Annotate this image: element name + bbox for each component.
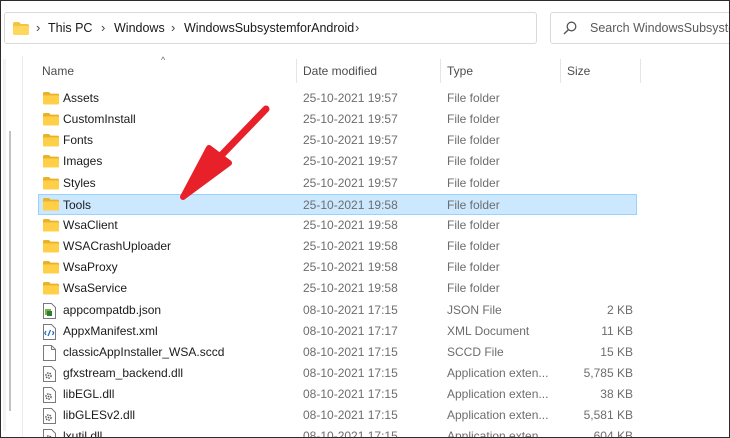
- annotation-arrow: [180, 105, 270, 200]
- file-explorer-window: › This PC › Windows › WindowsSubsystemfo…: [0, 0, 730, 438]
